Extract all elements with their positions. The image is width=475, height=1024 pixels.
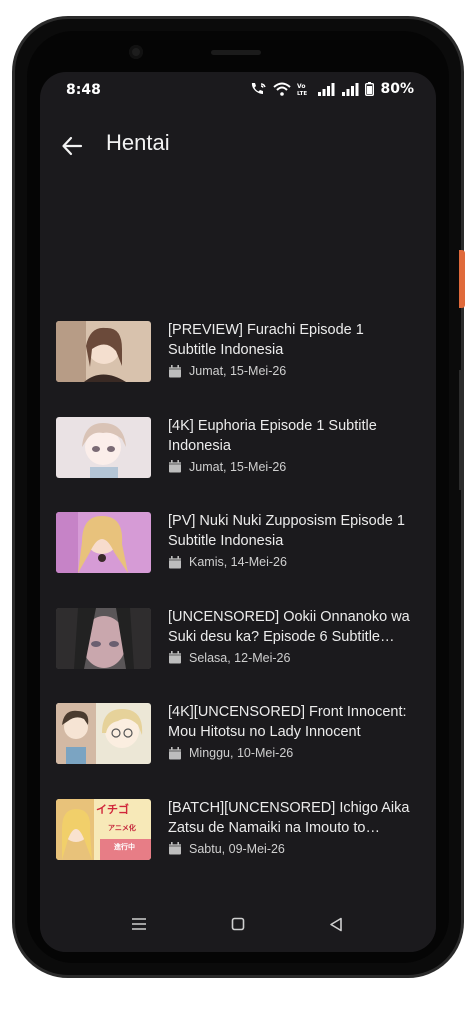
power-button [459, 250, 465, 308]
episode-title: [4K][UNCENSORED] Front Innocent: Mou Hit… [168, 704, 407, 740]
episode-date: Selasa, 12-Mei-26 [189, 650, 291, 665]
episode-title: [4K] Euphoria Episode 1 Subtitle Indones… [168, 417, 377, 454]
list-item[interactable]: [4K] Euphoria Episode 1 Subtitle Indones… [40, 414, 436, 510]
episode-meta: Kamis, 14-Mei-26 [168, 555, 287, 569]
episode-meta: Selasa, 12-Mei-26 [168, 651, 290, 665]
list-item[interactable]: イチゴアニメ化進行中 [BATCH][UNCENSORED] Ichigo Ai… [40, 796, 436, 892]
list-item[interactable]: [PREVIEW] Furachi Episode 1 Subtitle Ind… [40, 318, 436, 414]
thumbnail [56, 703, 151, 764]
episode-meta: Jumat, 15-Mei-26 [168, 460, 286, 474]
calendar-icon [169, 460, 181, 473]
thumbnail [56, 416, 151, 478]
status-icons: Vo LTE 80% [249, 81, 414, 97]
episode-title: [UNCENSORED] Ookii Onnanoko wa Suki desu… [168, 608, 410, 645]
back-triangle-icon [330, 917, 342, 931]
episode-list: [PREVIEW] Furachi Episode 1 Subtitle Ind… [40, 318, 436, 891]
episode-date: Jumat, 15-Mei-26 [189, 364, 287, 378]
thumbnail [56, 512, 151, 573]
signal-icon [341, 82, 359, 96]
thumb-text: 進行中 [114, 842, 135, 851]
volte-icon: Vo LTE [297, 82, 311, 96]
thumbnail [56, 321, 151, 382]
battery-icon [365, 82, 375, 96]
signal-icon [317, 82, 335, 96]
thumbnail [56, 607, 151, 669]
episode-title: [PREVIEW] Furachi Episode 1 Subtitle Ind… [168, 322, 364, 358]
episode-date: Jumat, 15-Mei-26 [189, 459, 287, 474]
battery-percentage: 80% [380, 81, 414, 97]
episode-meta: Jumat, 15-Mei-26 [168, 364, 286, 378]
thumb-text: アニメ化 [108, 823, 136, 832]
episode-meta: Minggu, 10-Mei-26 [168, 746, 293, 760]
calendar-icon [169, 842, 181, 855]
calendar-icon [169, 555, 181, 568]
list-item[interactable]: [PV] Nuki Nuki Zupposism Episode 1 Subti… [40, 509, 436, 605]
list-item[interactable]: [4K][UNCENSORED] Front Innocent: Mou Hit… [40, 700, 436, 796]
volume-button [459, 370, 464, 490]
screen: 8:48 Vo LTE 80% Hentai [PREVIEW] Furachi… [40, 72, 436, 952]
page-title: Hentai [106, 130, 170, 155]
status-time: 8:48 [66, 82, 101, 98]
svg-text:Vo: Vo [297, 83, 305, 90]
arrow-back-icon [62, 136, 83, 156]
calendar-icon [169, 746, 181, 759]
back-nav-button[interactable] [324, 912, 348, 936]
front-camera [129, 45, 143, 59]
back-button[interactable] [56, 130, 88, 162]
status-bar: 8:48 Vo LTE 80% [40, 72, 436, 108]
episode-meta: Sabtu, 09-Mei-26 [168, 842, 285, 856]
home-button[interactable] [226, 912, 250, 936]
episode-date: Kamis, 14-Mei-26 [189, 555, 287, 569]
home-icon [231, 917, 245, 931]
wifi-icon [273, 82, 292, 96]
recent-apps-button[interactable] [127, 912, 151, 936]
calendar-icon [169, 651, 181, 664]
episode-title: [BATCH][UNCENSORED] Ichigo Aika Zatsu de… [168, 799, 410, 836]
recent-apps-icon [132, 918, 146, 930]
episode-title: [PV] Nuki Nuki Zupposism Episode 1 Subti… [168, 513, 405, 549]
episode-date: Sabtu, 09-Mei-26 [189, 841, 285, 856]
app-bar: Hentai [40, 118, 436, 174]
thumb-text: イチゴ [96, 802, 129, 816]
list-item[interactable]: [UNCENSORED] Ookii Onnanoko wa Suki desu… [40, 605, 436, 701]
navigation-bar [40, 896, 436, 952]
thumbnail: イチゴアニメ化進行中 [56, 798, 151, 860]
svg-text:LTE: LTE [297, 91, 307, 96]
calendar-icon [169, 364, 181, 377]
earpiece-speaker [211, 50, 261, 55]
wifi-calling-icon [249, 82, 267, 96]
episode-date: Minggu, 10-Mei-26 [189, 746, 294, 760]
